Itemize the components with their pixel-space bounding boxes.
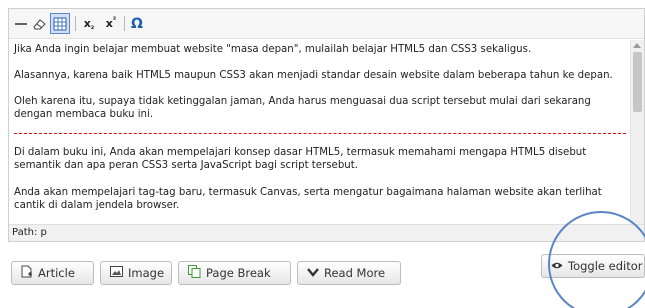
toolbar-separator	[75, 16, 76, 31]
special-character-icon[interactable]: Ω	[128, 13, 146, 34]
subscript-mark: ₂	[90, 22, 95, 31]
paragraph: Di dalam buku ini, Anda akan mempelajari…	[14, 147, 587, 171]
subscript-label: x	[83, 17, 91, 30]
subscript-icon[interactable]: x₂	[80, 13, 98, 34]
visual-aids-icon[interactable]	[50, 13, 70, 34]
article-button-label: Article	[38, 266, 75, 280]
editor-toolbar: x₂ x² Ω	[9, 9, 644, 39]
paragraph: Alasannya, karena baik HTML5 maupun CSS3…	[14, 70, 613, 81]
highlight-circle	[548, 211, 645, 308]
paragraph: Jika Anda ingin belajar membuat website …	[14, 44, 532, 55]
rich-text-editor: x₂ x² Ω Jika Anda ingin belajar membuat …	[8, 8, 645, 242]
page-break-icon	[188, 265, 201, 281]
superscript-label: x	[105, 17, 113, 30]
article-button[interactable]: Article	[11, 261, 94, 285]
image-icon	[110, 266, 123, 280]
superscript-mark: ²	[112, 15, 117, 24]
read-more-button[interactable]: Read More	[297, 261, 401, 285]
image-button-label: Image	[128, 266, 165, 280]
toolbar-separator	[124, 16, 125, 31]
article-icon	[21, 265, 33, 281]
paragraph: Oleh karena itu, supaya tidak ketinggala…	[14, 96, 591, 120]
scroll-up-arrow-icon[interactable]	[633, 43, 641, 48]
read-more-button-label: Read More	[324, 266, 386, 280]
page-break-button[interactable]: Page Break	[178, 261, 291, 285]
status-path: Path: p	[9, 224, 644, 241]
superscript-icon[interactable]: x²	[102, 13, 120, 34]
remove-format-icon[interactable]	[31, 13, 49, 34]
image-button[interactable]: Image	[100, 261, 172, 285]
paragraph: Anda akan mempelajari tag-tag baru, term…	[14, 187, 602, 211]
horizontal-rule-icon[interactable]	[13, 13, 29, 34]
chevron-down-icon	[307, 266, 319, 280]
page-break-line	[14, 133, 626, 134]
editor-content[interactable]: Jika Anda ingin belajar membuat website …	[9, 40, 644, 224]
editor-scrollbar[interactable]	[630, 40, 644, 224]
scroll-thumb[interactable]	[633, 52, 642, 112]
page-break-button-label: Page Break	[206, 266, 271, 280]
